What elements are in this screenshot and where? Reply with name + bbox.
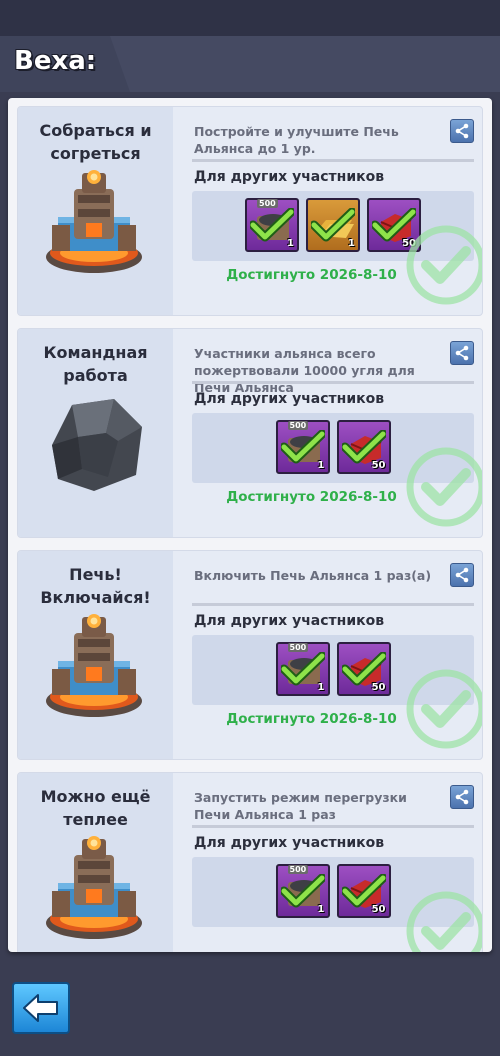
furnace-icon (46, 614, 142, 717)
reward-quantity: 50 (371, 460, 386, 471)
milestone-title: Печь! Включайся! (40, 565, 151, 607)
page-title: Веха: (14, 46, 97, 76)
reward-item[interactable]: 50 (336, 864, 391, 918)
reward-quantity: 1 (317, 460, 325, 471)
share-button[interactable] (450, 119, 474, 143)
back-button[interactable] (12, 982, 70, 1034)
milestone-card: Собраться и согреться Постройте и улучши… (17, 106, 483, 316)
milestone-description: Включить Печь Альянса 1 раз(а) (194, 568, 432, 583)
share-icon (455, 567, 469, 583)
reward-item[interactable]: 500 1 (245, 198, 299, 252)
furnace-icon (46, 170, 142, 273)
milestone-card: Командная работа Участники альянса всего… (17, 328, 483, 538)
reward-item[interactable]: 1 (306, 198, 360, 252)
reward-item[interactable]: 50 (336, 420, 391, 474)
reward-item[interactable]: 500 1 (275, 420, 330, 474)
reward-quantity: 50 (371, 682, 386, 693)
reward-tag: 500 (287, 865, 309, 874)
check-icon (311, 208, 355, 242)
reward-item[interactable]: 50 (336, 642, 391, 696)
check-icon (280, 652, 325, 686)
members-label: Для других участников (194, 391, 385, 407)
milestone-panel: Собраться и согреться Постройте и улучши… (8, 98, 492, 952)
check-icon (341, 652, 386, 686)
reward-quantity: 50 (371, 904, 386, 915)
completed-check-icon (406, 447, 482, 527)
reward-tag: 500 (287, 643, 309, 652)
completed-check-icon (406, 891, 482, 952)
divider (192, 603, 474, 606)
check-icon (341, 874, 386, 908)
back-arrow-icon (23, 994, 58, 1022)
completed-check-icon (406, 225, 482, 305)
check-icon (250, 208, 294, 242)
divider (192, 381, 474, 384)
reward-item[interactable]: 500 1 (275, 864, 330, 918)
reward-tag: 500 (287, 421, 309, 430)
reward-quantity: 1 (287, 238, 294, 249)
divider (192, 159, 474, 162)
achieved-status: Достигнуто 2026-8-10 (226, 267, 397, 283)
reward-quantity: 1 (317, 682, 325, 693)
share-button[interactable] (450, 563, 474, 587)
reward-item[interactable]: 500 1 (275, 642, 330, 696)
coal-icon (52, 399, 142, 491)
achieved-status: Достигнуто 2026-8-10 (226, 711, 397, 727)
share-icon (455, 789, 469, 805)
check-icon (280, 430, 325, 464)
check-icon (341, 430, 386, 464)
members-label: Для других участников (194, 613, 385, 629)
reward-quantity: 1 (348, 238, 355, 249)
milestone-description: Участники альянса всего пожертвовали 100… (194, 346, 415, 395)
reward-quantity: 1 (317, 904, 325, 915)
completed-check-icon (406, 669, 482, 749)
milestone-description: Запустить режим перегрузки Печи Альянса … (194, 790, 407, 822)
members-label: Для других участников (194, 169, 385, 185)
share-icon (455, 123, 469, 139)
milestone-card: Печь! Включайся! Включить Печь Альянса 1… (17, 550, 483, 760)
milestone-title: Собраться и согреться (39, 121, 152, 163)
members-label: Для других участников (194, 835, 385, 851)
milestone-description: Постройте и улучшите Печь Альянса до 1 у… (194, 124, 399, 156)
furnace-icon (46, 836, 142, 939)
milestone-title: Можно ещё теплее (40, 787, 151, 829)
top-strip (0, 0, 500, 36)
achieved-status: Достигнуто 2026-8-10 (226, 489, 397, 505)
check-icon (280, 874, 325, 908)
milestone-card: Можно ещё теплее Запустить режим перегру… (17, 772, 483, 952)
share-button[interactable] (450, 785, 474, 809)
reward-tag: 500 (257, 199, 278, 208)
share-icon (455, 345, 469, 361)
milestone-title: Командная работа (43, 343, 148, 385)
divider (192, 825, 474, 828)
share-button[interactable] (450, 341, 474, 365)
